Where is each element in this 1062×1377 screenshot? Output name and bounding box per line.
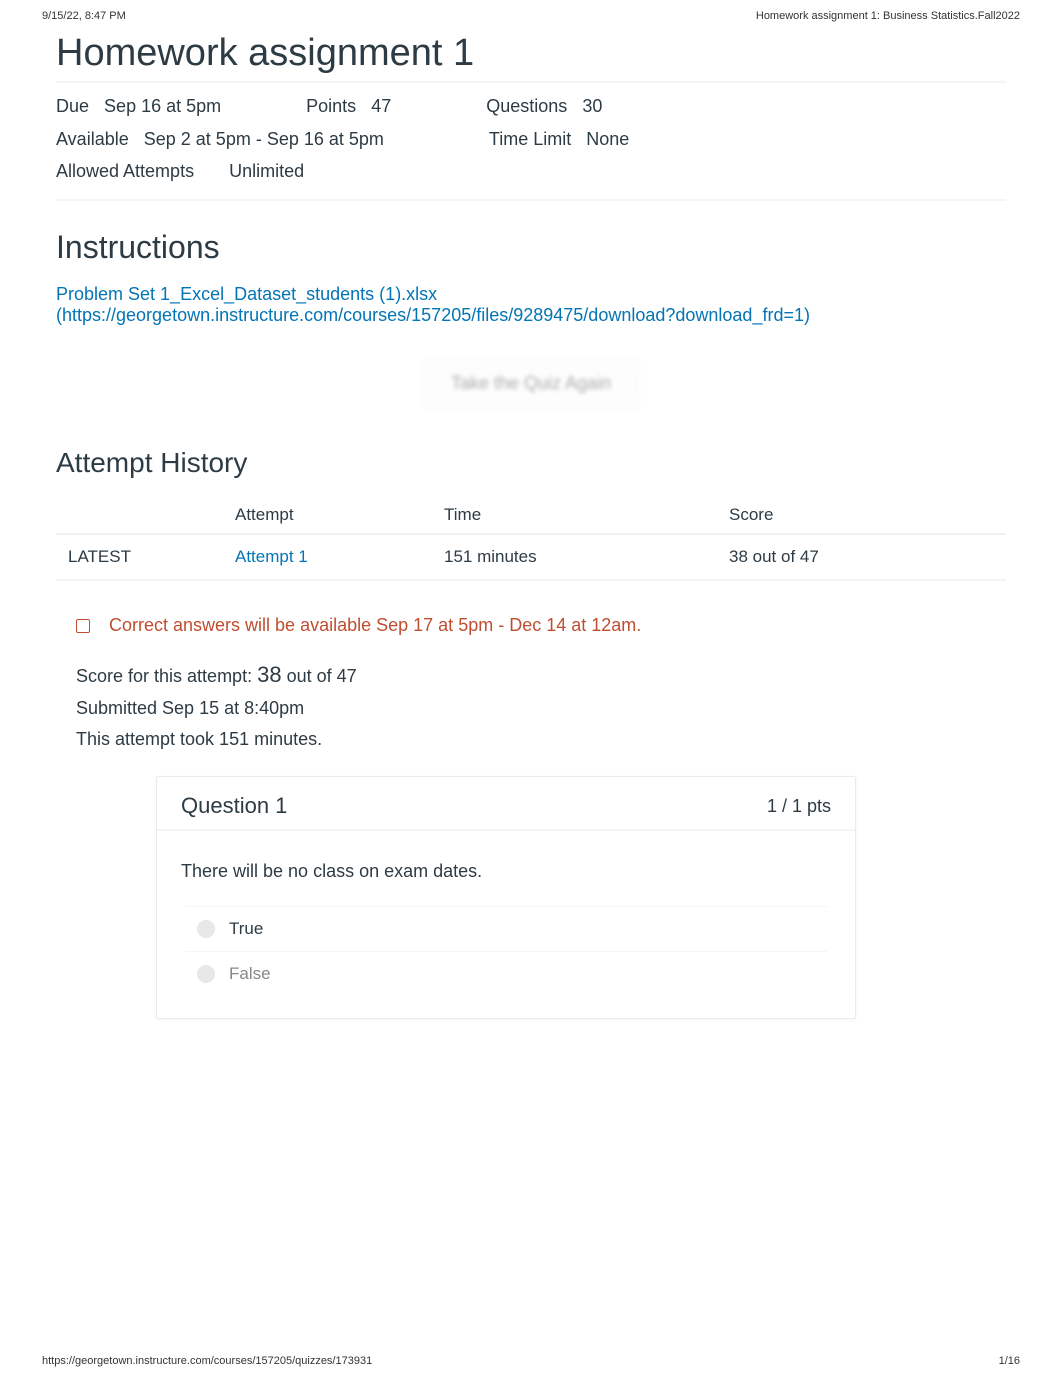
page-number: 1/16 [999, 1355, 1020, 1367]
history-col-status [56, 497, 227, 534]
points-value: 47 [371, 96, 391, 116]
history-status: LATEST [56, 534, 227, 580]
score-summary: Score for this attempt: 38 out of 47 Sub… [56, 656, 1006, 755]
attempt-link[interactable]: Attempt 1 [235, 547, 308, 566]
quiz-meta: Due Sep 16 at 5pm Points 47 Questions 30… [56, 81, 1006, 201]
table-row: LATEST Attempt 1 151 minutes 38 out of 4… [56, 534, 1006, 580]
radio-icon [197, 965, 215, 983]
question-points: 1 / 1 pts [767, 796, 831, 817]
attempt-history-heading: Attempt History [56, 447, 1006, 479]
history-time: 151 minutes [436, 534, 721, 580]
question-title: Question 1 [181, 793, 287, 819]
available-label: Available [56, 129, 129, 149]
history-col-score: Score [721, 497, 1006, 534]
questions-value: 30 [582, 96, 602, 116]
history-col-attempt: Attempt [227, 497, 436, 534]
file-url[interactable]: (https://georgetown.instructure.com/cour… [56, 305, 1006, 326]
due-value: Sep 16 at 5pm [104, 96, 221, 116]
question-card: Question 1 1 / 1 pts There will be no cl… [156, 776, 856, 1019]
due-label: Due [56, 96, 89, 116]
timelimit-label: Time Limit [489, 129, 571, 149]
file-link[interactable]: Problem Set 1_Excel_Dataset_students (1)… [56, 284, 437, 304]
file-name[interactable]: Problem Set 1_Excel_Dataset_students (1)… [56, 284, 437, 304]
score-value: 38 [257, 662, 281, 687]
points-label: Points [306, 96, 356, 116]
correct-answers-text: Correct answers will be available Sep 17… [109, 615, 641, 635]
attempt-duration: This attempt took 151 minutes. [76, 724, 1006, 755]
print-datetime: 9/15/22, 8:47 PM [42, 10, 126, 22]
correct-answers-notice: Correct answers will be available Sep 17… [56, 615, 1006, 636]
attempt-history-table: Attempt Time Score LATEST Attempt 1 151 … [56, 497, 1006, 581]
answer-true[interactable]: True [185, 906, 827, 951]
print-header: 9/15/22, 8:47 PM Homework assignment 1: … [42, 0, 1020, 32]
history-col-time: Time [436, 497, 721, 534]
history-score: 38 out of 47 [721, 534, 1006, 580]
take-quiz-again-button[interactable]: Take the Quiz Again [424, 358, 638, 409]
answer-false[interactable]: False [185, 951, 827, 996]
page-title: Homework assignment 1 [56, 32, 1006, 75]
instructions-heading: Instructions [56, 229, 1006, 266]
score-label: Score for this attempt: [76, 666, 257, 686]
info-icon [76, 619, 90, 633]
timelimit-value: None [586, 129, 629, 149]
questions-label: Questions [486, 96, 567, 116]
submitted-time: Submitted Sep 15 at 8:40pm [76, 693, 1006, 724]
answer-true-label: True [229, 919, 263, 939]
attempts-value: Unlimited [229, 161, 304, 181]
score-suffix: out of 47 [287, 666, 357, 686]
answer-false-label: False [229, 964, 271, 984]
print-footer: https://georgetown.instructure.com/cours… [42, 1355, 1020, 1367]
radio-icon [197, 920, 215, 938]
print-doc-title: Homework assignment 1: Business Statisti… [756, 10, 1020, 22]
available-value: Sep 2 at 5pm - Sep 16 at 5pm [144, 129, 384, 149]
footer-url: https://georgetown.instructure.com/cours… [42, 1355, 372, 1367]
attempts-label: Allowed Attempts [56, 161, 194, 181]
question-text: There will be no class on exam dates. [157, 831, 855, 902]
